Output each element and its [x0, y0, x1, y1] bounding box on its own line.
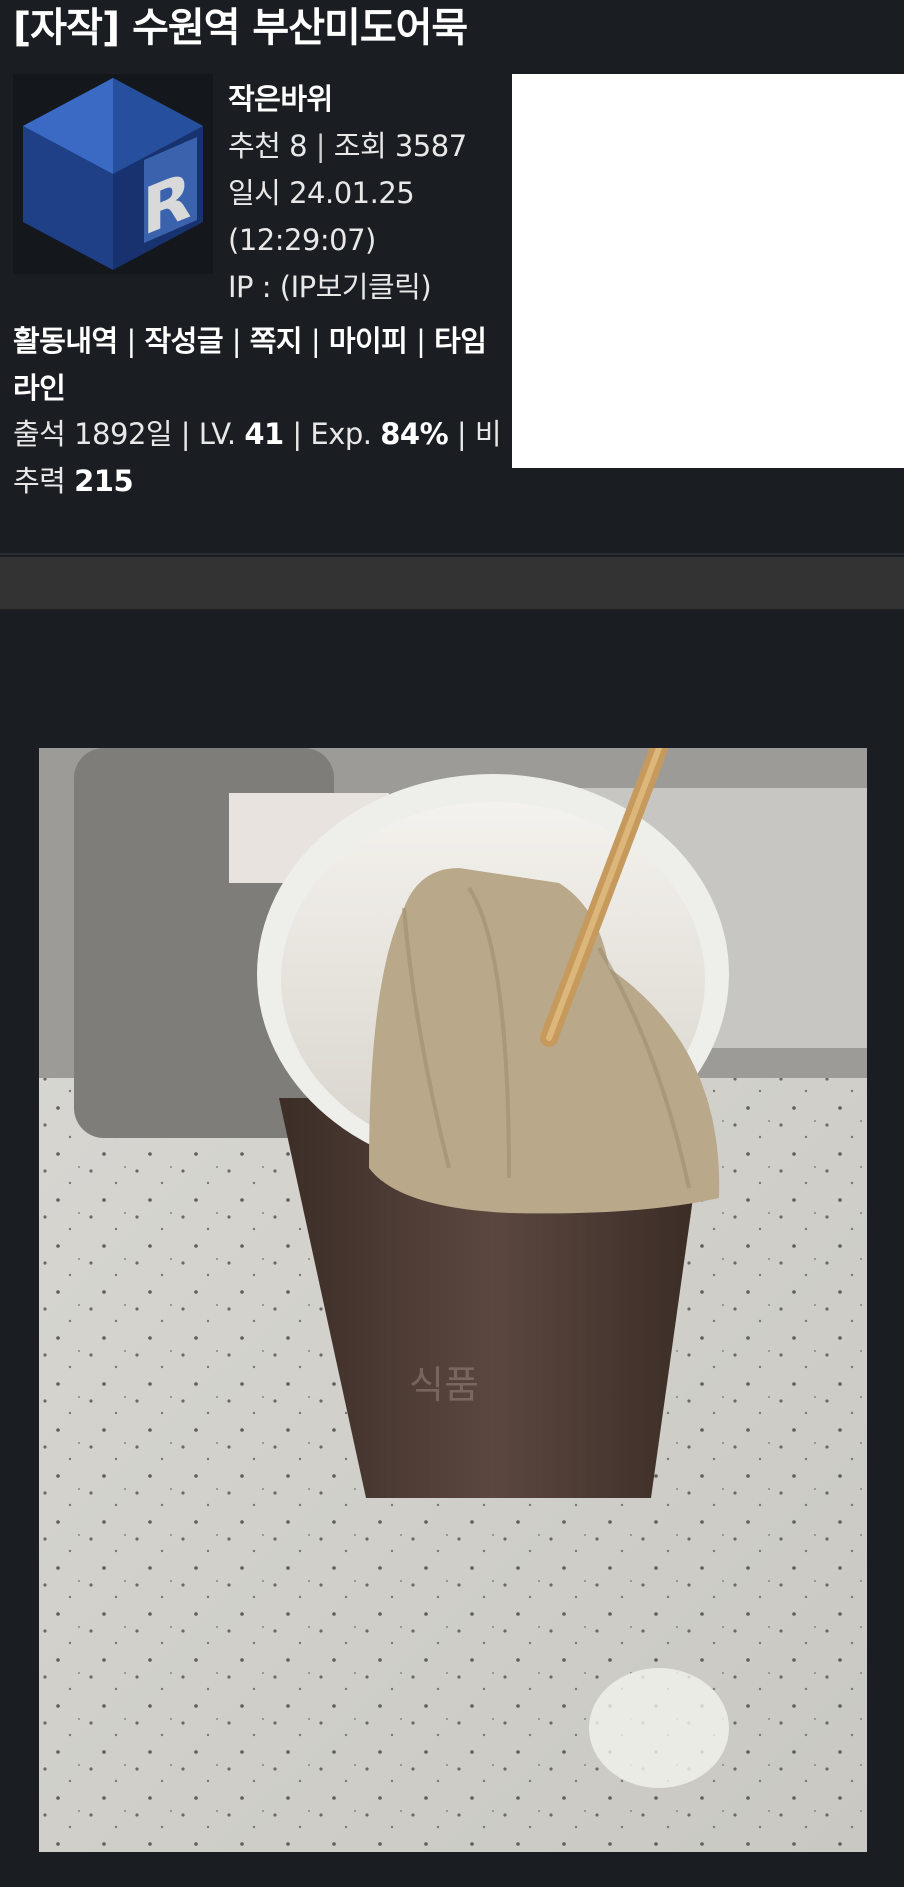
post-title: [자작] 수원역 부산미도어묵 [13, 5, 468, 51]
attendance-label: 출석 [13, 417, 66, 451]
post-photo[interactable]: 식품 [39, 748, 867, 1852]
ip-line: IP : (IP보기클릭) [228, 264, 467, 311]
posts-link[interactable]: 작성글 [144, 324, 223, 358]
views-label: 조회 [333, 129, 387, 163]
exp-label: Exp. [310, 417, 372, 451]
attendance-value: 1892일 [74, 417, 173, 451]
blue-cube-r-logo-icon: R [23, 78, 203, 270]
separator: | [180, 417, 191, 451]
date-label: 일시 [228, 176, 281, 210]
ad-placeholder [512, 74, 904, 468]
divider [0, 553, 904, 555]
author-stats: 출석 1892일 | LV. 41 | Exp. 84% | 비추력 215 [13, 411, 505, 505]
recommend-label: 추천 [228, 129, 281, 163]
recommend-count: 8 [289, 129, 308, 163]
date-line: 일시 24.01.25 [228, 170, 467, 217]
svg-text:식품: 식품 [409, 1363, 479, 1407]
divider [0, 609, 904, 610]
post-time: (12:29:07) [228, 223, 376, 257]
exp-value: 84% [380, 417, 449, 451]
author-avatar[interactable]: R [13, 74, 213, 274]
ip-reveal-link[interactable]: (IP보기클릭) [280, 270, 432, 304]
views-count: 3587 [394, 129, 467, 163]
separator: | [292, 417, 302, 451]
section-bar [0, 557, 904, 609]
mypi-link[interactable]: 마이피 [329, 324, 408, 358]
separator: | [456, 417, 467, 451]
separator: | [416, 324, 426, 358]
activity-link[interactable]: 활동내역 [13, 324, 118, 358]
separator: | [310, 324, 321, 358]
separator: | [126, 324, 136, 358]
ip-label: IP : [228, 270, 272, 304]
author-actions: 활동내역 | 작성글 | 쪽지 | 마이피 | 타임라인 [13, 318, 501, 412]
separator: | [315, 129, 326, 163]
recommend-views-line: 추천 8 | 조회 3587 [228, 123, 467, 170]
separator: | [231, 324, 242, 358]
level-value: 41 [244, 417, 284, 451]
fishcake-cup-photo: 식품 [39, 748, 867, 1852]
post-meta: 작은바위 추천 8 | 조회 3587 일시 24.01.25 (12:29:0… [228, 76, 467, 311]
ratio-value: 215 [74, 464, 134, 498]
message-link[interactable]: 쪽지 [250, 324, 303, 358]
level-label: LV. [198, 417, 236, 451]
author-nickname[interactable]: 작은바위 [228, 76, 467, 123]
post-date: 24.01.25 [289, 176, 415, 210]
